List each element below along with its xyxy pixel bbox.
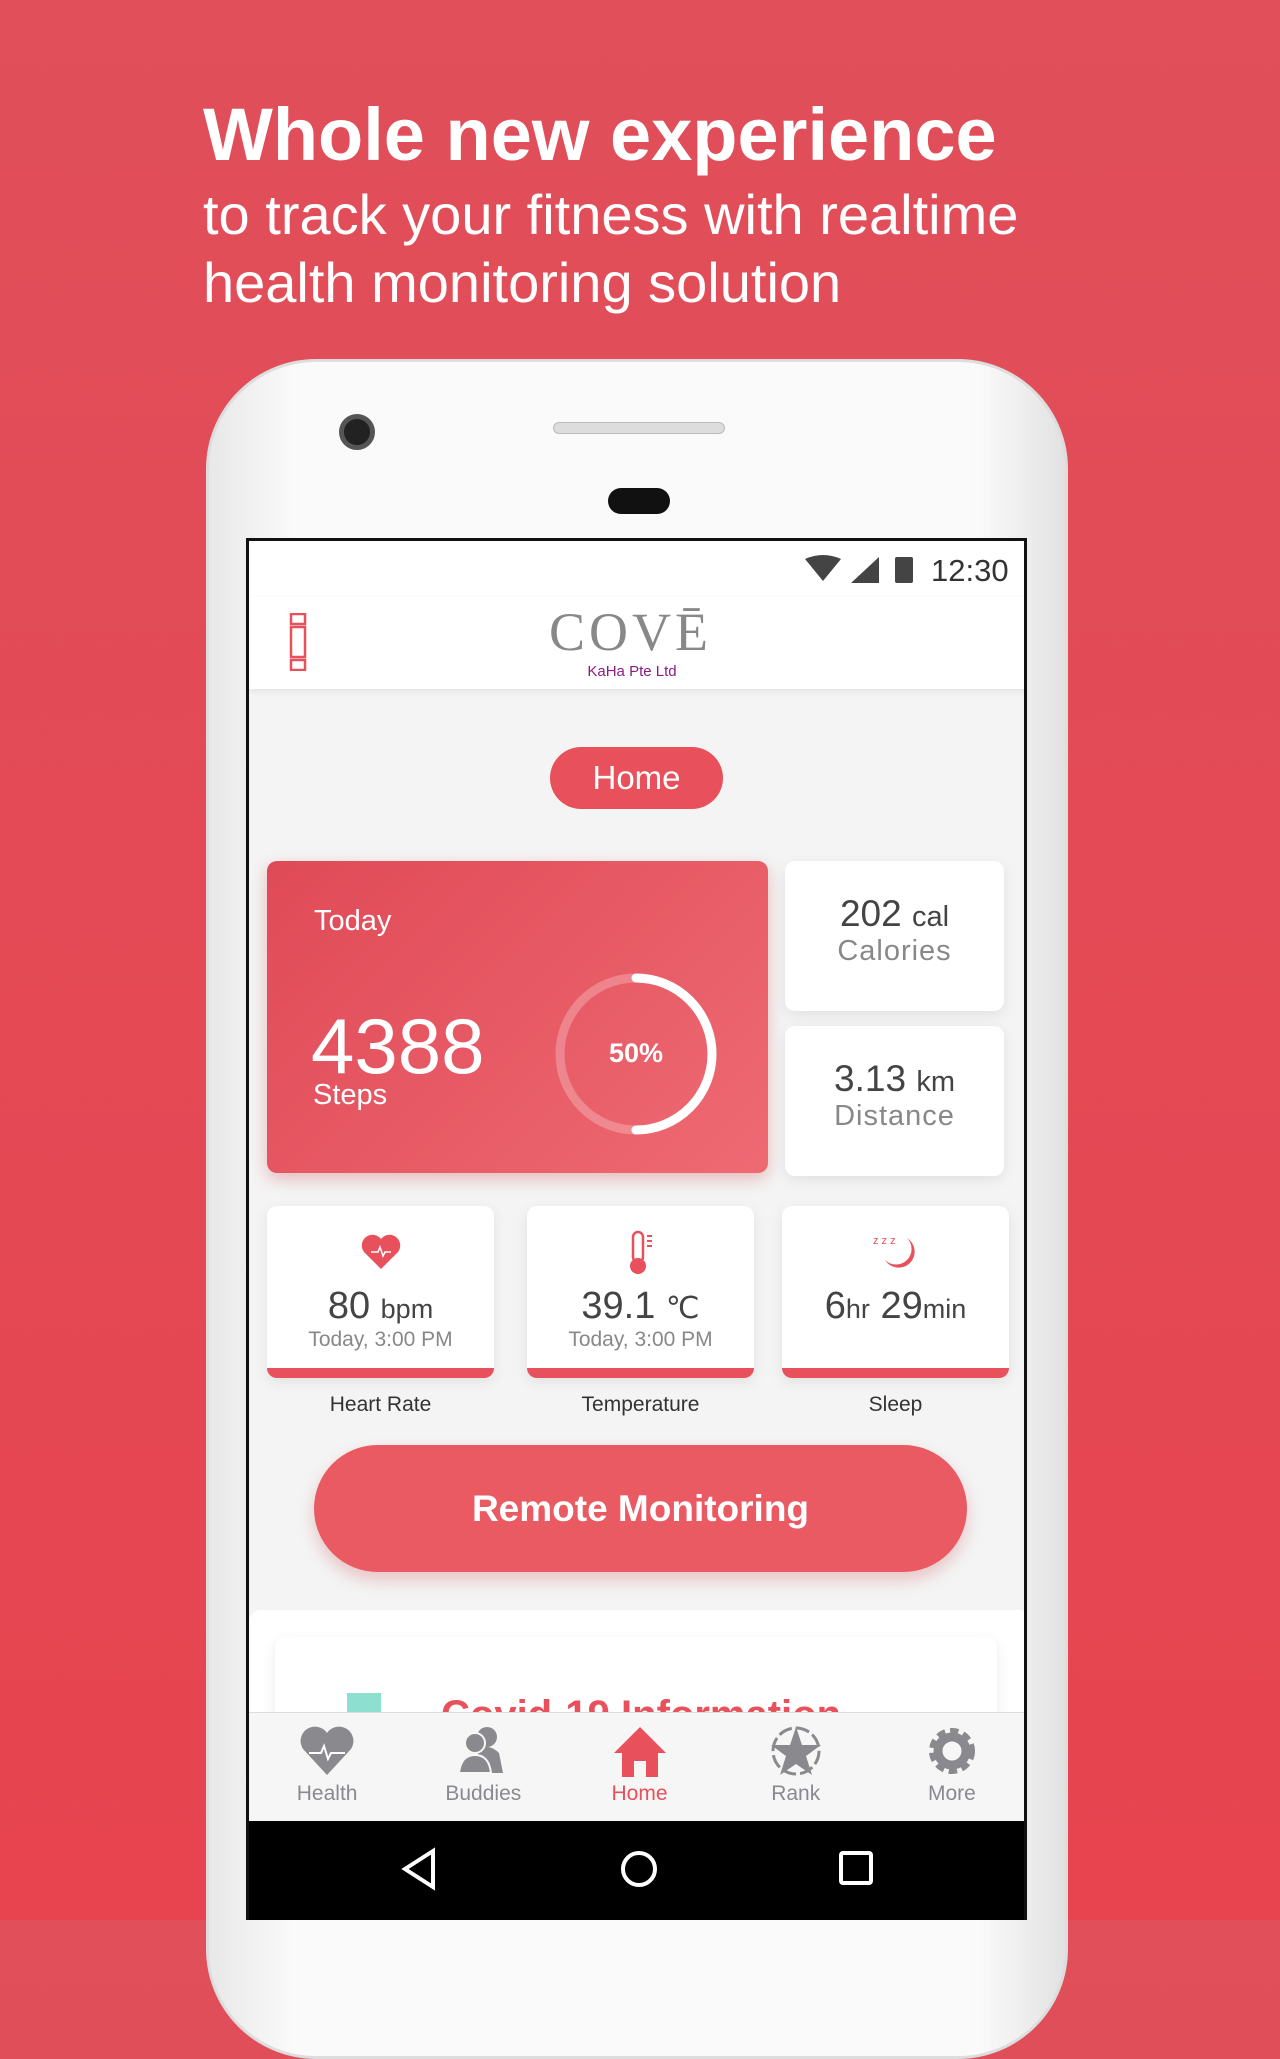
calories-value: 202 (839, 893, 902, 934)
home-icon (613, 1727, 666, 1777)
temperature-card[interactable]: 39.1 ℃ Today, 3:00 PM (527, 1206, 754, 1378)
calories-label: Calories (837, 935, 952, 967)
distance-value: 3.13 (834, 1058, 907, 1099)
back-icon[interactable] (399, 1847, 439, 1891)
temperature-time: Today, 3:00 PM (568, 1328, 713, 1351)
progress-percent: 50% (608, 1038, 664, 1068)
sleep-hours-unit: hr (845, 1294, 870, 1324)
svg-text:z z z: z z z (873, 1235, 896, 1247)
nav-buddies[interactable]: Buddies (405, 1713, 561, 1821)
sleep-label: Sleep (868, 1393, 923, 1416)
sleep-minutes-unit: min (922, 1294, 967, 1324)
rank-star-icon (770, 1726, 821, 1776)
nav-buddies-label: Buddies (445, 1782, 522, 1805)
promo-subtitle-1: to track your fitness with realtime (203, 183, 1019, 246)
app-screen: 12:30 COVĒ KaHa Pte Ltd Home Today 4388 … (246, 538, 1027, 1920)
temperature-value: 39.1 (581, 1285, 656, 1327)
health-heart-icon (300, 1726, 354, 1775)
home-circle-icon[interactable] (617, 1847, 661, 1891)
clock: 12:30 (931, 553, 1009, 588)
nav-more[interactable]: More (874, 1713, 1024, 1821)
temperature-unit: ℃ (665, 1292, 700, 1325)
nav-health-label: Health (296, 1782, 358, 1805)
calories-card[interactable]: 202 cal Calories (785, 861, 1004, 1011)
heart-rate-time: Today, 3:00 PM (308, 1328, 453, 1351)
speaker-grille (553, 422, 725, 434)
promo-subtitle-2: health monitoring solution (203, 251, 842, 314)
steps-label: Steps (313, 1079, 388, 1111)
logo: COVĒ (549, 602, 712, 662)
nav-health[interactable]: Health (249, 1713, 405, 1821)
nav-home-label: Home (611, 1782, 668, 1805)
distance-label: Distance (834, 1100, 955, 1132)
heart-rate-label: Heart Rate (329, 1393, 432, 1416)
distance-unit: km (916, 1066, 955, 1098)
bottom-nav: Health Buddies Home Rank More (249, 1712, 1024, 1821)
heart-rate-unit: bpm (380, 1294, 434, 1324)
heart-rate-card[interactable]: 80 bpm Today, 3:00 PM (267, 1206, 494, 1378)
buddies-icon (458, 1727, 504, 1774)
recents-icon[interactable] (837, 1849, 877, 1889)
remote-monitoring-button[interactable]: Remote Monitoring (314, 1445, 967, 1572)
distance-card[interactable]: 3.13 km Distance (785, 1026, 1004, 1176)
calories-unit: cal (911, 901, 950, 933)
thermometer-icon (629, 1230, 652, 1274)
sleep-hours: 6 (824, 1285, 846, 1327)
status-bar: 12:30 (249, 541, 1024, 597)
nav-home[interactable]: Home (561, 1713, 717, 1821)
heart-icon (361, 1234, 400, 1269)
logo-subtitle: KaHa Pte Ltd (587, 663, 677, 680)
system-nav-bar (249, 1821, 1024, 1920)
nav-more-label: More (927, 1782, 976, 1805)
signal-battery-icons (805, 555, 913, 583)
camera-icon (339, 414, 375, 450)
today-steps-card[interactable]: Today 4388 Steps 50% (267, 861, 768, 1173)
promo-title: Whole new experience (203, 93, 997, 176)
heart-rate-value: 80 (327, 1285, 371, 1327)
nav-rank[interactable]: Rank (718, 1713, 874, 1821)
today-label: Today (314, 905, 392, 937)
sleep-minutes: 29 (880, 1285, 923, 1327)
band-device-icon[interactable] (289, 613, 307, 671)
sensor (608, 488, 670, 514)
gear-icon (928, 1728, 975, 1774)
sleep-moon-icon: z z z (873, 1235, 915, 1268)
nav-rank-label: Rank (771, 1782, 821, 1805)
app-header: COVĒ KaHa Pte Ltd (249, 597, 1024, 689)
page-pill-home: Home (550, 747, 723, 809)
temperature-label: Temperature (581, 1393, 700, 1416)
sleep-card[interactable]: z z z 6hr 29min (782, 1206, 1009, 1378)
